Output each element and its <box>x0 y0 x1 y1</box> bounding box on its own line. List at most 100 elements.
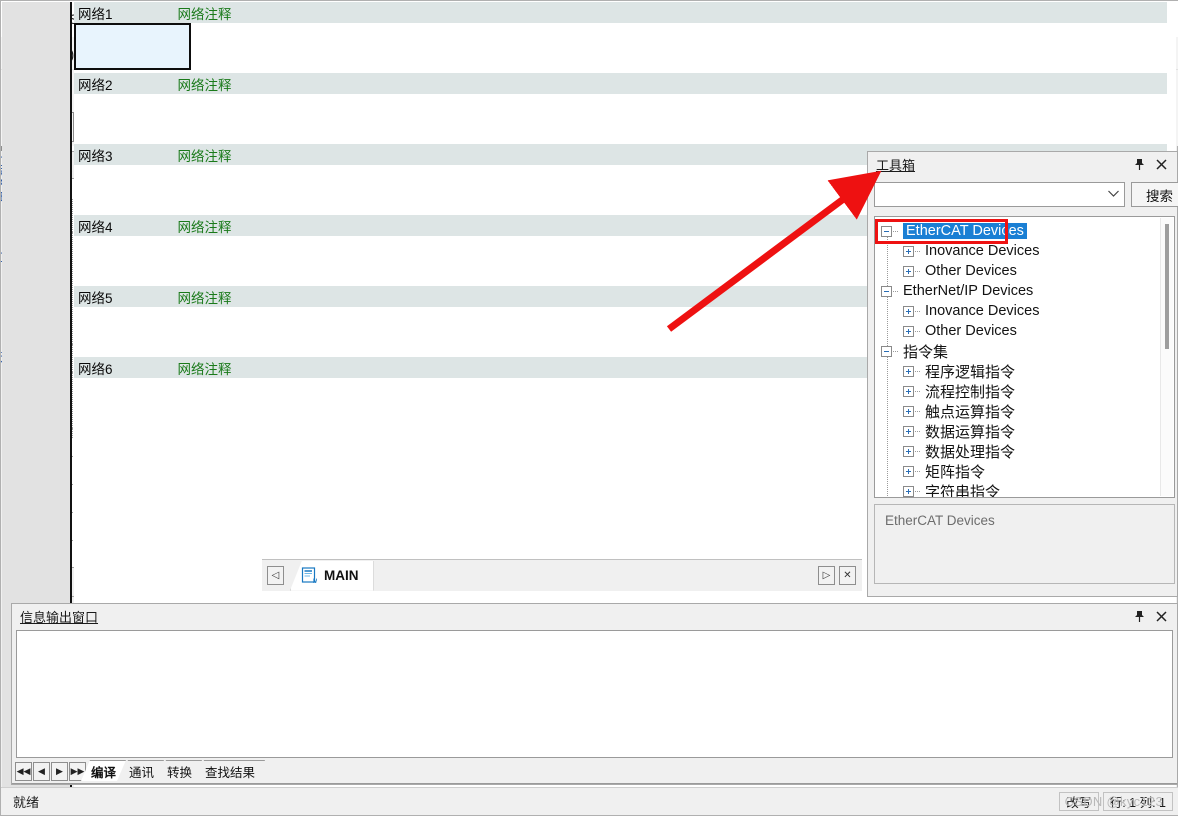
output-panel-title: 信息输出窗口 <box>20 609 99 625</box>
collapse-minus-icon[interactable] <box>881 345 892 357</box>
toolbox-tree[interactable]: EtherCAT Devices Inovance Devices Other De… <box>874 216 1175 498</box>
toolbox-item-data-process[interactable]: 数据处理指令 <box>903 441 1015 461</box>
network-comment[interactable]: 网络注释 <box>178 145 232 165</box>
doc-tab-next-button[interactable]: ▷ <box>818 566 835 585</box>
network-comment[interactable]: 网络注释 <box>178 216 232 236</box>
document-tab-strip: ◁ M MAIN ▷ ✕ <box>262 559 862 591</box>
network-row-2[interactable]: 网络2 网络注释 <box>74 73 1167 94</box>
toolbox-item-ethernetip-other[interactable]: Other Devices <box>903 321 1017 341</box>
expand-plus-icon[interactable] <box>903 265 914 277</box>
doc-tab-close-button[interactable]: ✕ <box>839 566 856 585</box>
expand-plus-icon[interactable] <box>903 305 914 317</box>
network-comment[interactable]: 网络注释 <box>178 74 232 94</box>
toolbox-description: EtherCAT Devices <box>874 504 1175 584</box>
status-bar: 就绪 改写 行: 1 列: 1 <box>1 787 1178 815</box>
output-tab-comm[interactable]: 通讯 <box>119 760 164 781</box>
main-pou-icon: M <box>301 566 318 585</box>
close-icon[interactable] <box>1155 608 1168 624</box>
toolbox-item-label: 流程控制指令 <box>925 383 1016 401</box>
doc-tab-prev-button[interactable]: ◁ <box>267 566 284 585</box>
toolbox-search-input[interactable] <box>874 182 1125 207</box>
status-overwrite-mode: 改写 <box>1058 792 1099 811</box>
tree-connector <box>893 230 899 232</box>
status-cells: 改写 行: 1 列: 1 <box>1058 792 1178 811</box>
toolbox-item-label: Inovance Devices <box>925 243 1040 259</box>
toolbox-item-label: 数据运算指令 <box>925 423 1016 441</box>
output-panel-header: 信息输出窗口 <box>12 604 1177 628</box>
network-number: 网络2 <box>78 77 113 93</box>
network-comment[interactable]: 网络注释 <box>178 3 232 23</box>
pin-icon[interactable] <box>1133 156 1146 172</box>
doc-tab-main[interactable]: M MAIN <box>290 560 374 591</box>
close-icon[interactable] <box>1155 156 1168 172</box>
toolbox-item-label: 字符串指令 <box>925 483 1001 498</box>
toolbox-item-ethercat-other[interactable]: Other Devices <box>903 261 1017 281</box>
tree-connector <box>915 410 921 412</box>
toolbox-item-label: EtherNet/IP Devices <box>903 283 1034 299</box>
tree-connector <box>915 450 921 452</box>
expand-plus-icon[interactable] <box>903 245 914 257</box>
expand-plus-icon[interactable] <box>903 325 914 337</box>
tree-connector <box>887 229 888 497</box>
output-nav-prev[interactable]: ◀ <box>33 762 50 781</box>
toolbox-item-ethernetip-inovance[interactable]: Inovance Devices <box>903 301 1039 321</box>
tree-connector <box>915 470 921 472</box>
tree-connector <box>915 490 921 492</box>
tree-connector <box>915 270 921 272</box>
toolbox-item-instruction-set[interactable]: 指令集 <box>881 341 948 361</box>
toolbox-item-flow-control[interactable]: 流程控制指令 <box>903 381 1015 401</box>
toolbox-item-label: 数据处理指令 <box>925 443 1016 461</box>
expand-plus-icon[interactable] <box>903 365 914 377</box>
expand-plus-icon[interactable] <box>903 485 914 497</box>
expand-plus-icon[interactable] <box>903 405 914 417</box>
tree-connector <box>915 430 921 432</box>
output-tab-find-results[interactable]: 查找结果 <box>195 760 265 781</box>
toolbox-panel-title: 工具箱 <box>876 157 916 173</box>
toolbox-item-label: EtherCAT Devices <box>903 223 1027 239</box>
tree-connector <box>915 370 921 372</box>
output-tab-compile[interactable]: 编译 <box>81 760 126 781</box>
toolbox-item-ethernetip-devices[interactable]: EtherNet/IP Devices <box>881 281 1033 301</box>
toolbox-item-matrix[interactable]: 矩阵指令 <box>903 461 985 481</box>
toolbox-item-program-logic[interactable]: 程序逻辑指令 <box>903 361 1015 381</box>
ladder-cell-cursor[interactable] <box>74 23 191 70</box>
tree-connector <box>915 250 921 252</box>
toolbox-item-contact-ops[interactable]: 触点运算指令 <box>903 401 1015 421</box>
tree-connector <box>915 310 921 312</box>
network-comment[interactable]: 网络注释 <box>178 358 232 378</box>
chevron-down-icon[interactable] <box>1107 189 1120 201</box>
output-text-area[interactable] <box>16 630 1173 758</box>
network-number: 网络4 <box>78 219 113 235</box>
network-comment[interactable]: 网络注释 <box>178 287 232 307</box>
expand-plus-icon[interactable] <box>903 385 914 397</box>
toolbox-item-data-ops[interactable]: 数据运算指令 <box>903 421 1015 441</box>
svg-text:M: M <box>313 579 317 584</box>
toolbox-search-row: 搜索 <box>874 182 1178 207</box>
output-panel: 信息输出窗口 ◀◀ ◀ ▶ ▶▶ 编译 通讯 转换 查找结果 <box>11 603 1178 785</box>
expand-plus-icon[interactable] <box>903 465 914 477</box>
collapse-minus-icon[interactable] <box>881 225 892 237</box>
output-nav-first[interactable]: ◀◀ <box>15 762 32 781</box>
toolbox-tree-scrollbar[interactable] <box>1160 218 1173 496</box>
toolbox-item-ethercat-devices[interactable]: EtherCAT Devices <box>881 221 1027 241</box>
network-number: 网络5 <box>78 290 113 306</box>
toolbox-item-label: 程序逻辑指令 <box>925 363 1016 381</box>
output-tab-convert[interactable]: 转换 <box>157 760 202 781</box>
toolbox-item-label: 触点运算指令 <box>925 403 1016 421</box>
toolbox-item-ethercat-inovance[interactable]: Inovance Devices <box>903 241 1039 261</box>
toolbox-panel-header: 工具箱 <box>868 152 1177 176</box>
ladder-editor[interactable]: 网络1 网络注释 网络2 网络注释 网络3 网络注释 网络4 网络注释 网络5 网络注释 网络6 网络… <box>1 1 1176 814</box>
status-message: 就绪 <box>13 795 40 810</box>
pin-icon[interactable] <box>1133 608 1146 624</box>
network-row-1[interactable]: 网络1 网络注释 <box>74 2 1167 23</box>
output-nav-next[interactable]: ▶ <box>51 762 68 781</box>
status-cursor-position: 行: 1 列: 1 <box>1102 792 1173 811</box>
expand-plus-icon[interactable] <box>903 445 914 457</box>
toolbox-search-button[interactable]: 搜索 <box>1131 182 1178 207</box>
toolbox-item-string[interactable]: 字符串指令 <box>903 481 1001 498</box>
expand-plus-icon[interactable] <box>903 425 914 437</box>
collapse-minus-icon[interactable] <box>881 285 892 297</box>
output-tab-underline <box>12 783 1177 784</box>
tree-connector <box>893 290 899 292</box>
toolbox-item-label: Other Devices <box>925 323 1017 339</box>
